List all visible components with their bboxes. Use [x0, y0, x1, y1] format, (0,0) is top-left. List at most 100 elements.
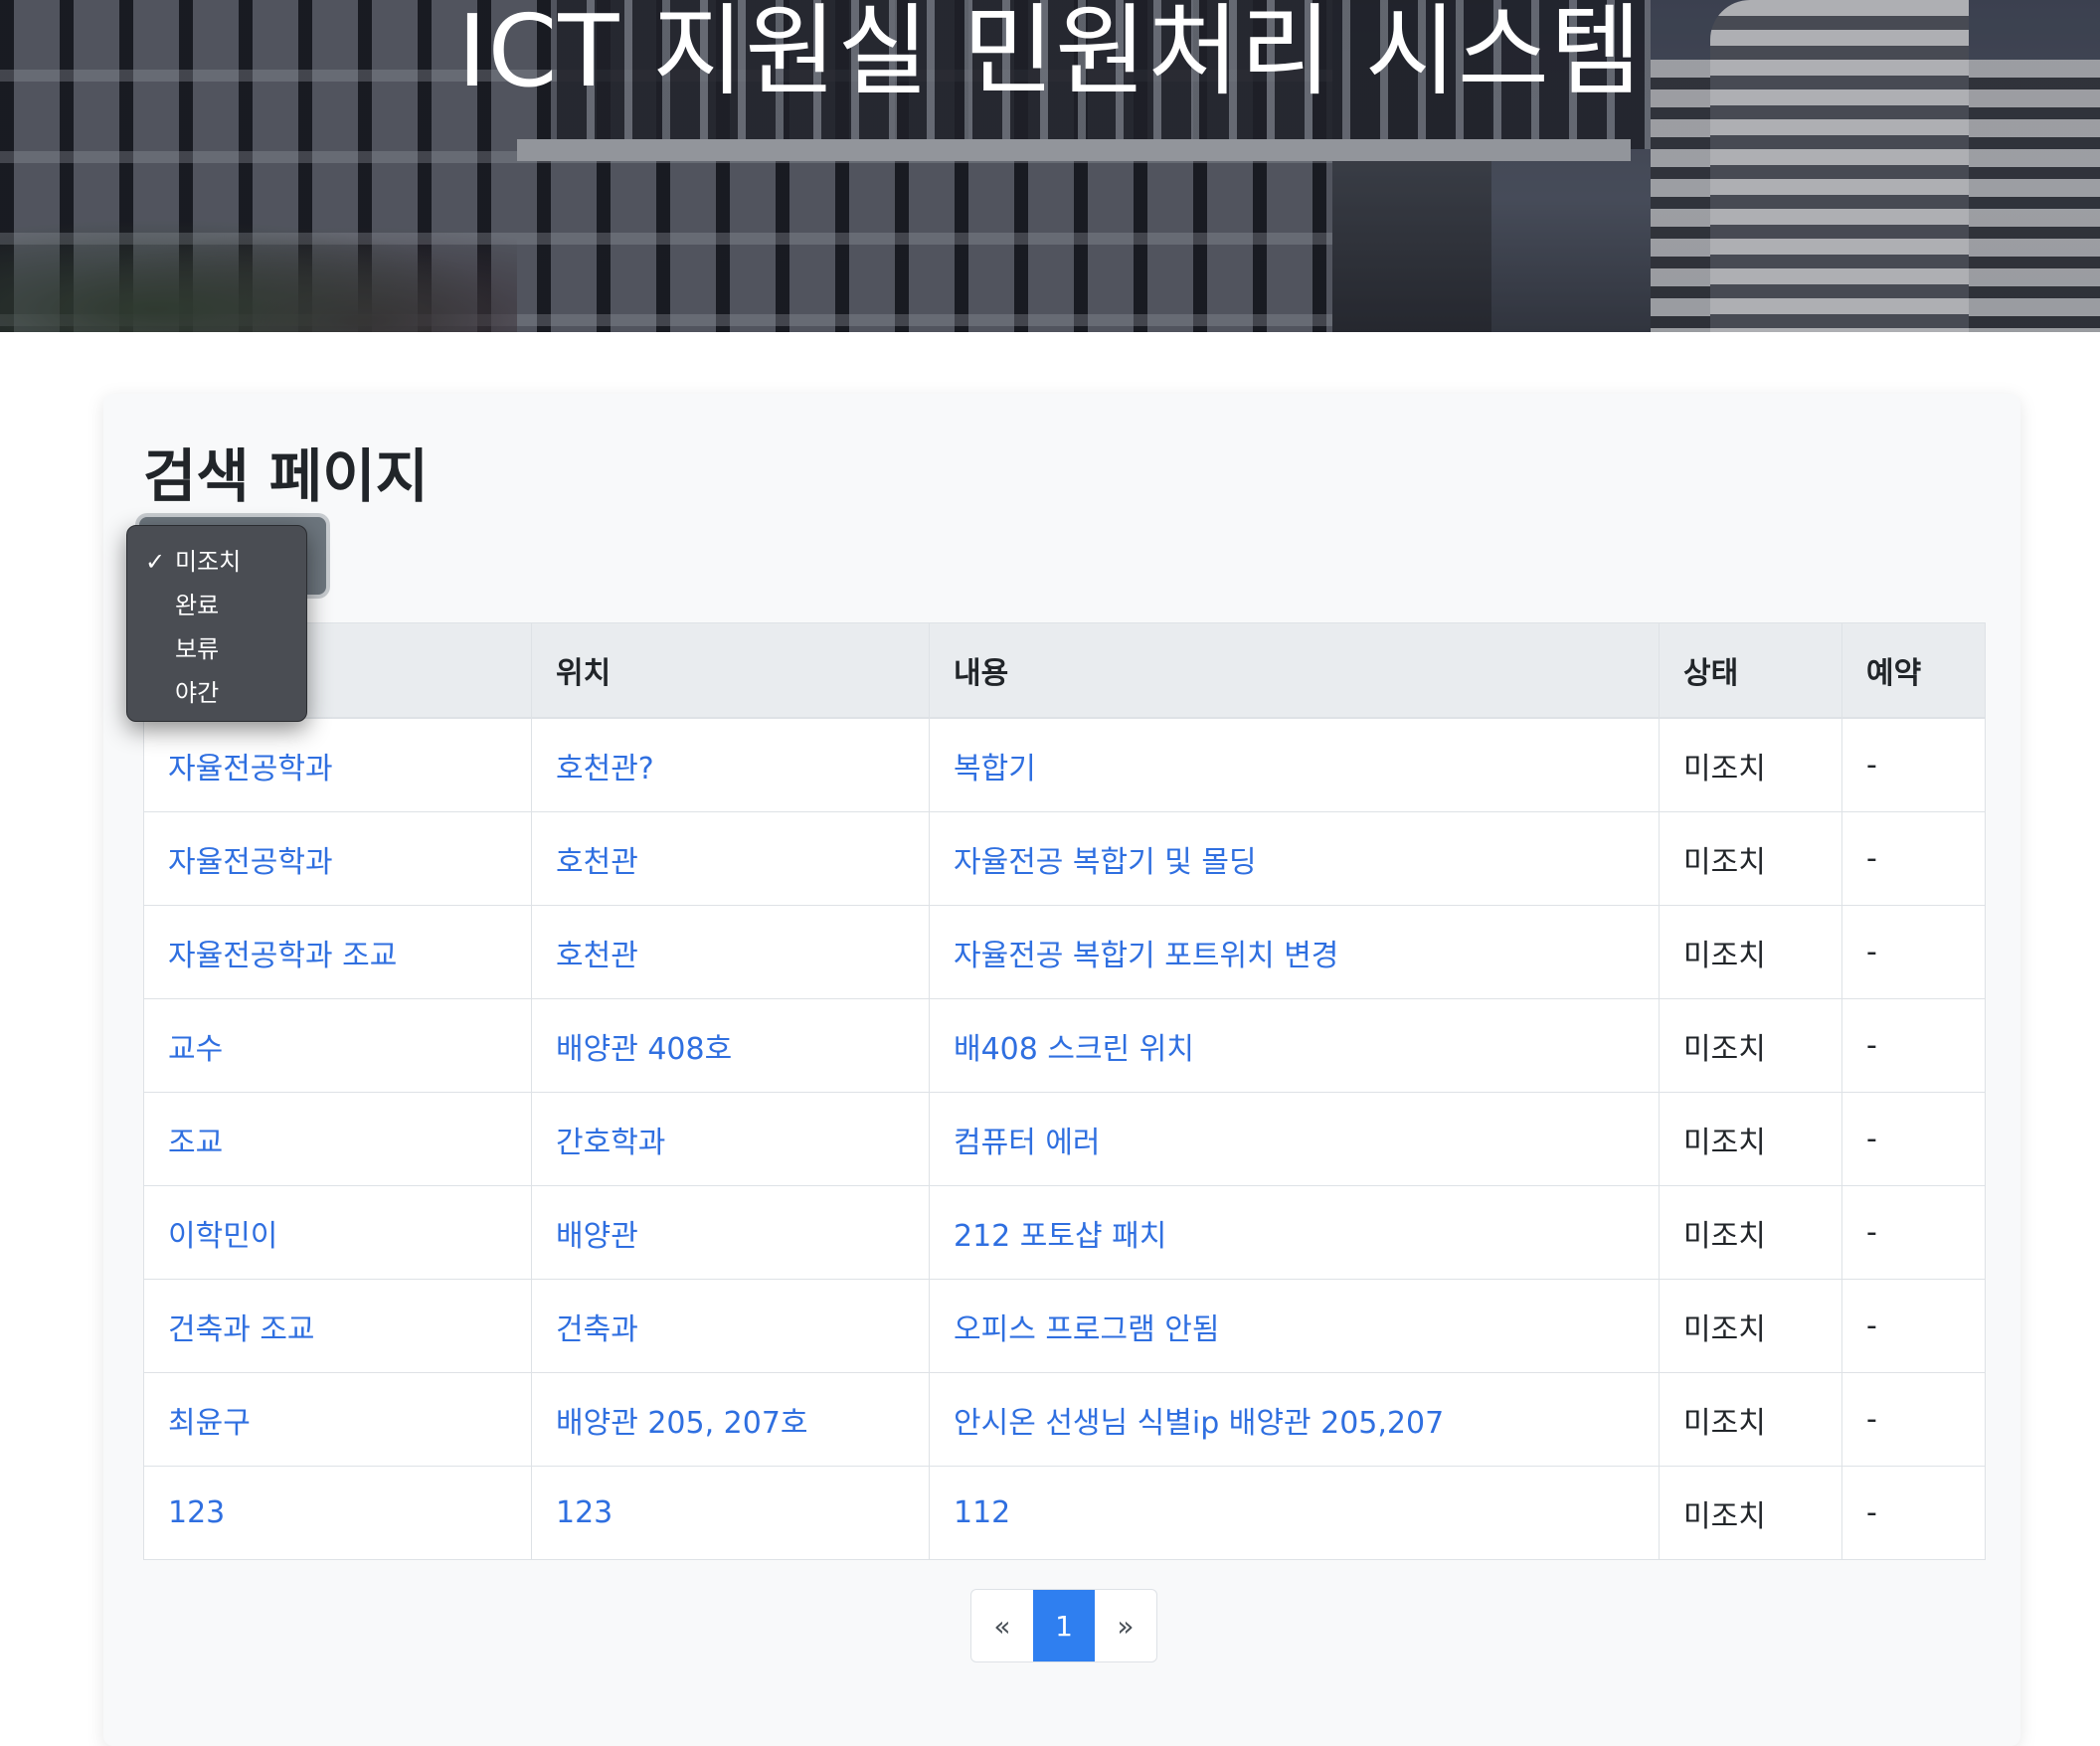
cell-status: 미조치 [1659, 717, 1842, 812]
pagination: « 1 » [970, 1589, 1157, 1662]
cell-content: 212 포토샵 패치 [929, 1185, 1660, 1280]
cell-content: 안시온 선생님 식별ip 배양관 205,207 [929, 1372, 1660, 1467]
table-row: 123 123 112 미조치 - [143, 1466, 1986, 1560]
cell-name: 조교 [143, 1092, 532, 1186]
cell-content: 컴퓨터 에러 [929, 1092, 1660, 1186]
cell-content: 복합기 [929, 717, 1660, 812]
row-link-location[interactable]: 건축과 [556, 1312, 638, 1347]
dropdown-option-night[interactable]: 야간 [127, 671, 306, 715]
row-link-location[interactable]: 간호학과 [556, 1126, 665, 1160]
row-link-name[interactable]: 123 [168, 1495, 225, 1530]
pagination-prev[interactable]: « [971, 1590, 1033, 1661]
table-row: 자율전공학과 조교 호천관 자율전공 복합기 포트위치 변경 미조치 - [143, 905, 1986, 999]
dropdown-option-label: 보류 [175, 635, 220, 663]
site-title: ICT 지원실 민원처리 시스템 [457, 0, 1643, 109]
row-link-content[interactable]: 안시온 선생님 식별ip 배양관 205,207 [954, 1406, 1444, 1441]
row-link-location[interactable]: 배양관 205, 207호 [556, 1406, 808, 1441]
cell-content: 112 [929, 1466, 1660, 1560]
cell-status: 미조치 [1659, 811, 1842, 906]
cell-status: 미조치 [1659, 1092, 1842, 1186]
column-header-content: 내용 [929, 622, 1660, 719]
cell-reservation: - [1841, 811, 1986, 906]
row-link-name[interactable]: 자율전공학과 [168, 845, 333, 880]
table-row: 최윤구 배양관 205, 207호 안시온 선생님 식별ip 배양관 205,2… [143, 1372, 1986, 1467]
search-card: 검색 페이지 위치 내용 상태 예약 자율전공학과 호천관? 복합기 미조치 - [103, 394, 2020, 1746]
row-link-name[interactable]: 조교 [168, 1126, 223, 1160]
cell-status: 미조치 [1659, 1466, 1842, 1560]
dropdown-option-done[interactable]: 완료 [127, 584, 306, 627]
cell-name: 자율전공학과 조교 [143, 905, 532, 999]
column-header-reservation: 예약 [1841, 622, 1986, 719]
row-link-content[interactable]: 자율전공 복합기 및 몰딩 [954, 845, 1257, 880]
cell-status: 미조치 [1659, 998, 1842, 1093]
table-row: 교수 배양관 408호 배408 스크린 위치 미조치 - [143, 998, 1986, 1093]
table-row: 자율전공학과 호천관 자율전공 복합기 및 몰딩 미조치 - [143, 811, 1986, 906]
cell-reservation: - [1841, 1185, 1986, 1280]
cell-content: 오피스 프로그램 안됨 [929, 1279, 1660, 1373]
cell-location: 건축과 [531, 1279, 930, 1373]
row-link-content[interactable]: 복합기 [954, 752, 1036, 786]
dropdown-option-pending[interactable]: ✓ 미조치 [127, 540, 306, 584]
cell-reservation: - [1841, 998, 1986, 1093]
table-header-row: 위치 내용 상태 예약 [143, 622, 1986, 719]
pagination-next[interactable]: » [1095, 1590, 1156, 1661]
dropdown-option-hold[interactable]: 보류 [127, 627, 306, 671]
hero-banner: ICT 지원실 민원처리 시스템 [0, 0, 2100, 332]
row-link-content[interactable]: 자율전공 복합기 포트위치 변경 [954, 939, 1338, 973]
dropdown-option-label: 미조치 [175, 548, 242, 576]
row-link-name[interactable]: 이학민이 [168, 1219, 277, 1254]
cell-name: 교수 [143, 998, 532, 1093]
cell-content: 자율전공 복합기 및 몰딩 [929, 811, 1660, 906]
table-row: 조교 간호학과 컴퓨터 에러 미조치 - [143, 1092, 1986, 1186]
row-link-location[interactable]: 호천관 [556, 845, 638, 880]
row-link-name[interactable]: 최윤구 [168, 1406, 251, 1441]
status-dropdown-menu: ✓ 미조치 완료 보류 야간 [126, 525, 307, 722]
cell-name: 자율전공학과 [143, 811, 532, 906]
table-row: 이학민이 배양관 212 포토샵 패치 미조치 - [143, 1185, 1986, 1280]
cell-location: 간호학과 [531, 1092, 930, 1186]
row-link-location[interactable]: 호천관 [556, 939, 638, 973]
table-row: 건축과 조교 건축과 오피스 프로그램 안됨 미조치 - [143, 1279, 1986, 1373]
cell-content: 배408 스크린 위치 [929, 998, 1660, 1093]
cell-reservation: - [1841, 1279, 1986, 1373]
cell-name: 123 [143, 1466, 532, 1560]
row-link-name[interactable]: 자율전공학과 [168, 752, 333, 786]
column-header-location: 위치 [531, 622, 930, 719]
row-link-content[interactable]: 컴퓨터 에러 [954, 1126, 1101, 1160]
row-link-location[interactable]: 123 [556, 1495, 612, 1530]
dropdown-option-label: 야간 [175, 679, 220, 707]
cell-reservation: - [1841, 1372, 1986, 1467]
cell-name: 최윤구 [143, 1372, 532, 1467]
row-link-location[interactable]: 배양관 [556, 1219, 638, 1254]
row-link-name[interactable]: 교수 [168, 1032, 223, 1067]
cell-name: 건축과 조교 [143, 1279, 532, 1373]
cell-reservation: - [1841, 1092, 1986, 1186]
cell-reservation: - [1841, 717, 1986, 812]
cell-status: 미조치 [1659, 1279, 1842, 1373]
cell-name: 이학민이 [143, 1185, 532, 1280]
row-link-name[interactable]: 건축과 조교 [168, 1312, 315, 1347]
dropdown-option-label: 완료 [175, 592, 220, 619]
row-link-location[interactable]: 배양관 408호 [556, 1032, 732, 1067]
row-link-name[interactable]: 자율전공학과 조교 [168, 939, 397, 973]
cell-reservation: - [1841, 905, 1986, 999]
row-link-content[interactable]: 배408 스크린 위치 [954, 1032, 1194, 1067]
cell-location: 배양관 [531, 1185, 930, 1280]
row-link-content[interactable]: 오피스 프로그램 안됨 [954, 1312, 1219, 1347]
cell-content: 자율전공 복합기 포트위치 변경 [929, 905, 1660, 999]
cell-status: 미조치 [1659, 905, 1842, 999]
pagination-page-current[interactable]: 1 [1033, 1590, 1095, 1661]
row-link-content[interactable]: 212 포토샵 패치 [954, 1219, 1166, 1254]
cell-reservation: - [1841, 1466, 1986, 1560]
column-header-status: 상태 [1659, 622, 1842, 719]
cell-location: 호천관? [531, 717, 930, 812]
cell-location: 호천관 [531, 905, 930, 999]
results-table: 위치 내용 상태 예약 자율전공학과 호천관? 복합기 미조치 - 자율전공학과… [143, 622, 1986, 1560]
cell-status: 미조치 [1659, 1185, 1842, 1280]
row-link-location[interactable]: 호천관? [556, 752, 654, 786]
row-link-content[interactable]: 112 [954, 1495, 1010, 1530]
cell-location: 123 [531, 1466, 930, 1560]
table-row: 자율전공학과 호천관? 복합기 미조치 - [143, 717, 1986, 812]
cell-location: 배양관 408호 [531, 998, 930, 1093]
cell-location: 배양관 205, 207호 [531, 1372, 930, 1467]
